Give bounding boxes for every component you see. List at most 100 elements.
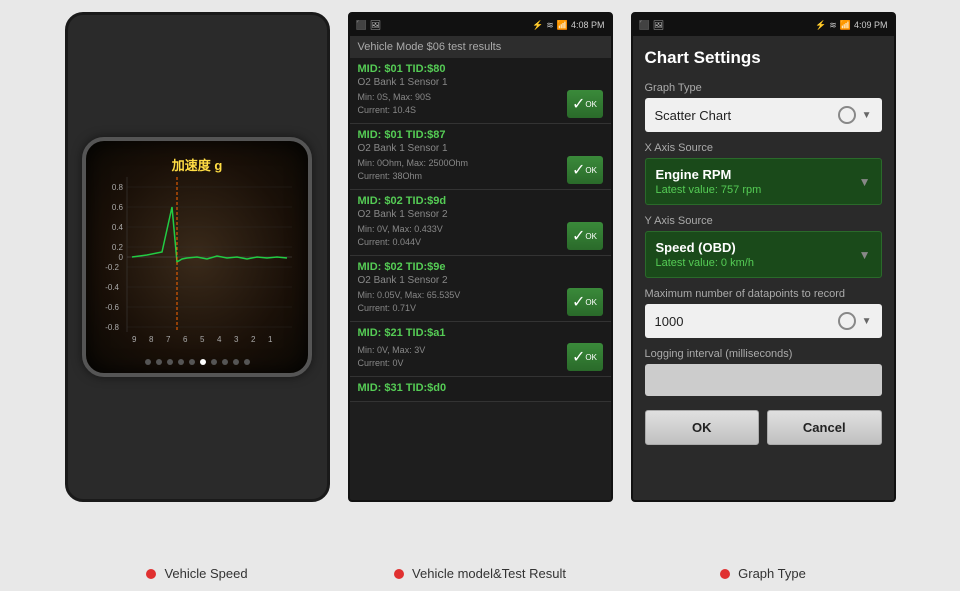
svg-text:-0.4: -0.4 <box>105 283 119 292</box>
y-axis-section: Y Axis Source Speed (OBD) Latest value: … <box>645 215 882 278</box>
status-bar-left-2: ⬛ 🖼 <box>356 20 382 31</box>
y-axis-chevron-icon: ▼ <box>859 248 871 262</box>
svg-text:0.8: 0.8 <box>112 183 124 192</box>
red-dot-3 <box>720 569 730 579</box>
logging-interval-input[interactable] <box>645 364 882 396</box>
logging-interval-label: Logging interval (milliseconds) <box>645 348 882 360</box>
svg-text:-0.2: -0.2 <box>105 263 119 272</box>
chevron-down-icon: ▼ <box>862 110 872 121</box>
screens-row: 加速度 g 0.8 0.6 0.4 <box>45 0 916 558</box>
status-bar-2: ⬛ 🖼 ⚡ ≋ 📶 4:08 PM <box>350 14 611 36</box>
test-bottom-1: Min: 0S, Max: 90SCurrent: 10.4S ✓OK <box>358 90 603 118</box>
test-header-2: MID: $01 TID:$87 <box>358 129 603 141</box>
test-values-3: Min: 0V, Max: 0.433VCurrent: 0.044V <box>358 223 443 248</box>
dot-5 <box>189 359 195 365</box>
labels-row: Vehicle Speed Vehicle model&Test Result … <box>0 558 960 591</box>
ok-check-4[interactable]: ✓OK <box>567 288 603 316</box>
max-radio-icon <box>838 312 856 330</box>
ok-button[interactable]: OK <box>645 410 760 445</box>
svg-text:3: 3 <box>234 335 239 344</box>
chart-settings-title: Chart Settings <box>645 48 882 68</box>
test-bottom-2: Min: 0Ohm, Max: 2500OhmCurrent: 38Ohm ✓O… <box>358 156 603 184</box>
test-header-3: MID: $02 TID:$9d <box>358 195 603 207</box>
test-item-2: MID: $01 TID:$87 O2 Bank 1 Sensor 1 Min:… <box>350 124 611 190</box>
time-3: 4:09 PM <box>854 20 888 30</box>
svg-text:-0.6: -0.6 <box>105 303 119 312</box>
max-datapoints-value: 1000 <box>655 314 684 329</box>
red-dot-1 <box>146 569 156 579</box>
test-sub-1: O2 Bank 1 Sensor 1 <box>358 77 603 88</box>
x-axis-section: X Axis Source Engine RPM Latest value: 7… <box>645 142 882 205</box>
ok-check-2[interactable]: ✓OK <box>567 156 603 184</box>
y-axis-dropdown[interactable]: Speed (OBD) Latest value: 0 km/h ▼ <box>645 231 882 278</box>
test-header-6: MID: $31 TID:$d0 <box>358 382 603 394</box>
max-datapoints-section: Maximum number of datapoints to record 1… <box>645 288 882 338</box>
chart-settings-content: Chart Settings Graph Type Scatter Chart … <box>633 36 894 500</box>
label-text-2: Vehicle model&Test Result <box>412 566 566 581</box>
svg-text:5: 5 <box>200 335 205 344</box>
ok-check-5[interactable]: ✓OK <box>567 343 603 371</box>
screen1-vehicle-speed: 加速度 g 0.8 0.6 0.4 <box>65 12 330 502</box>
graph-type-label: Graph Type <box>645 82 882 94</box>
cancel-button[interactable]: Cancel <box>767 410 882 445</box>
dot-4 <box>178 359 184 365</box>
test-item-3: MID: $02 TID:$9d O2 Bank 1 Sensor 2 Min:… <box>350 190 611 256</box>
dot-10 <box>244 359 250 365</box>
screen2-test-result: ⬛ 🖼 ⚡ ≋ 📶 4:08 PM Vehicle Mode $06 test … <box>348 12 613 502</box>
test-bottom-4: Min: 0.05V, Max: 65.535VCurrent: 0.71V ✓… <box>358 288 603 316</box>
dropdown-right: ▼ <box>838 106 872 124</box>
chart-title: 加速度 g <box>172 155 223 174</box>
test-bottom-5: Min: 0V, Max: 3VCurrent: 0V ✓OK <box>358 343 603 371</box>
red-dot-2 <box>394 569 404 579</box>
label-item-3: Graph Type <box>631 566 896 581</box>
status-bar-3: ⬛ 🖼 ⚡ ≋ 📶 4:09 PM <box>633 14 894 36</box>
x-axis-chevron-icon: ▼ <box>859 175 871 189</box>
svg-text:0.2: 0.2 <box>112 243 124 252</box>
test-item-6: MID: $31 TID:$d0 <box>350 377 611 402</box>
image-icon-3: 🖼 <box>653 20 664 31</box>
chart-pagination <box>145 359 250 365</box>
wifi-icon-3: ≋ <box>829 20 837 31</box>
test-header-4: MID: $02 TID:$9e <box>358 261 603 273</box>
bluetooth-icon: ⚡ <box>532 20 543 31</box>
svg-text:2: 2 <box>251 335 256 344</box>
dot-1 <box>145 359 151 365</box>
test-item-1: MID: $01 TID:$80 O2 Bank 1 Sensor 1 Min:… <box>350 58 611 124</box>
graph-type-value: Scatter Chart <box>655 108 732 123</box>
svg-text:6: 6 <box>183 335 188 344</box>
dot-2 <box>156 359 162 365</box>
status-bar-right-3: ⚡ ≋ 📶 4:09 PM <box>815 20 888 31</box>
svg-text:8: 8 <box>149 335 154 344</box>
status-bar-right-2: ⚡ ≋ 📶 4:08 PM <box>532 20 605 31</box>
max-datapoints-dropdown[interactable]: 1000 ▼ <box>645 304 882 338</box>
dot-3 <box>167 359 173 365</box>
x-axis-name: Engine RPM <box>656 167 859 182</box>
test-header-1: MID: $01 TID:$80 <box>358 63 603 75</box>
test-item-4: MID: $02 TID:$9e O2 Bank 1 Sensor 2 Min:… <box>350 256 611 322</box>
dot-6 <box>200 359 206 365</box>
test-values-5: Min: 0V, Max: 3VCurrent: 0V <box>358 344 426 369</box>
graph-type-section: Graph Type Scatter Chart ▼ <box>645 82 882 132</box>
time-2: 4:08 PM <box>571 20 605 30</box>
radio-icon <box>838 106 856 124</box>
dot-9 <box>233 359 239 365</box>
test-values-1: Min: 0S, Max: 90SCurrent: 10.4S <box>358 91 432 116</box>
max-chevron-down-icon: ▼ <box>862 316 872 327</box>
ok-check-3[interactable]: ✓OK <box>567 222 603 250</box>
y-axis-label: Y Axis Source <box>645 215 882 227</box>
svg-text:-0.8: -0.8 <box>105 323 119 332</box>
graph-type-dropdown[interactable]: Scatter Chart ▼ <box>645 98 882 132</box>
obd-icon: ⬛ <box>356 20 367 31</box>
dot-8 <box>222 359 228 365</box>
signal-icon-3: 📶 <box>840 20 851 31</box>
svg-text:0: 0 <box>119 253 124 262</box>
chart-widget: 加速度 g 0.8 0.6 0.4 <box>82 137 312 377</box>
test-sub-3: O2 Bank 1 Sensor 2 <box>358 209 603 220</box>
ok-check-1[interactable]: ✓OK <box>567 90 603 118</box>
max-dropdown-right: ▼ <box>838 312 872 330</box>
x-axis-dropdown[interactable]: Engine RPM Latest value: 757 rpm ▼ <box>645 158 882 205</box>
svg-text:0.4: 0.4 <box>112 223 124 232</box>
main-container: 加速度 g 0.8 0.6 0.4 <box>0 0 960 591</box>
label-item-2: Vehicle model&Test Result <box>348 566 613 581</box>
y-axis-inner: Speed (OBD) Latest value: 0 km/h <box>656 240 859 269</box>
